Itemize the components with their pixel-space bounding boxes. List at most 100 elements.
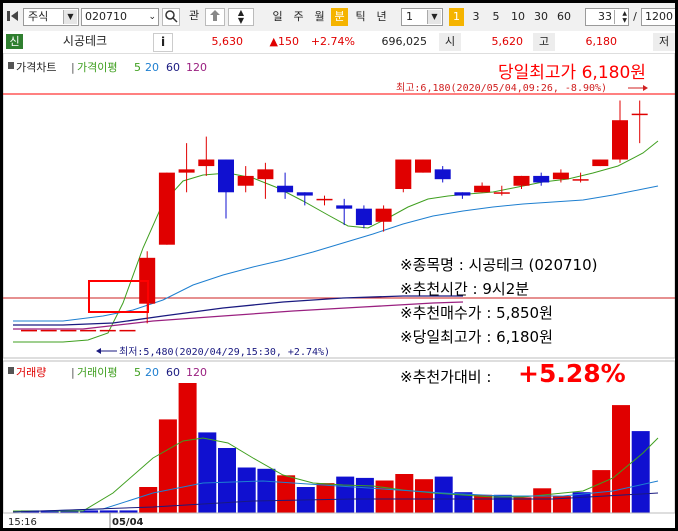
x-axis-date: 05/04	[112, 517, 144, 528]
new-listing-badge: 신	[6, 34, 23, 49]
candle-body	[336, 205, 353, 209]
candle-body	[592, 159, 609, 167]
interval-1-button[interactable]: 1	[449, 8, 464, 26]
chart-area: 가격차트 | 가격이평 5 20 60 120 당일최고가 6,180원 최고:…	[3, 53, 675, 528]
related-button[interactable]: 관	[184, 8, 204, 26]
candle-body	[178, 169, 195, 173]
day-high-title: 당일최고가 6,180원	[498, 63, 646, 83]
info-recommend-time: ※추천시간 : 9시2분	[400, 280, 529, 298]
info-stock-name: ※종목명 : 시공테크 (020710)	[400, 256, 598, 274]
candle-body	[198, 159, 215, 167]
interval-5-button[interactable]: 5	[489, 8, 503, 26]
volume-bar	[395, 474, 414, 513]
volume-bar	[316, 483, 335, 513]
volume-bar	[415, 479, 433, 513]
period-tick-button[interactable]: 틱	[352, 8, 369, 26]
period-month-button[interactable]: 월	[311, 8, 328, 26]
volume-ma120-label: 120	[186, 366, 207, 379]
candle-body	[375, 208, 392, 222]
candle-body	[552, 172, 569, 180]
count-stepper[interactable]: 33 ▲ ▼	[585, 8, 629, 26]
candle-body	[80, 329, 97, 332]
volume-bar	[493, 494, 512, 513]
candle-body	[277, 185, 294, 193]
info-recommend-price: ※추천매수가 : 5,850원	[400, 304, 553, 322]
interval-value: 1	[406, 10, 413, 23]
volume-title: 거래량	[16, 366, 46, 379]
candle-body	[395, 159, 412, 190]
volume-bar	[533, 488, 552, 513]
candle-body	[296, 192, 313, 196]
candle-body	[316, 198, 333, 201]
candle-body	[612, 120, 628, 160]
period-minute-button[interactable]: 분	[331, 8, 348, 26]
volume-bar	[375, 480, 394, 513]
price-ma5-label: 5	[134, 61, 141, 74]
info-button[interactable]: i	[153, 33, 173, 52]
info-day-high: ※당일최고가 : 6,180원	[400, 328, 553, 346]
candle-body	[158, 172, 175, 245]
price-ma60-label: 60	[166, 61, 180, 74]
stepper-arrows-icon[interactable]: ▲ ▼	[228, 8, 254, 26]
candle-body	[513, 175, 530, 186]
candle-body	[355, 208, 372, 226]
interval-3-button[interactable]: 3	[469, 8, 483, 26]
count-value: 33	[598, 10, 612, 23]
candle-body	[21, 329, 37, 332]
price-ma20-label: 20	[145, 61, 159, 74]
volume-bar	[198, 432, 217, 513]
legend-separator: |	[71, 61, 75, 74]
interval-select[interactable]: 1 ▼	[401, 8, 443, 26]
price-chart-title: 가격차트	[16, 61, 56, 74]
volume-bar	[336, 476, 355, 513]
period-year-button[interactable]: 년	[373, 8, 390, 26]
price-legend: 가격차트 | 가격이평 5 20 60 120	[8, 61, 207, 74]
volume-bar	[178, 383, 197, 513]
volume-bar	[474, 494, 493, 513]
candle-body	[415, 159, 431, 173]
volume-bar	[139, 487, 158, 513]
dropdown-chevron-icon[interactable]: ▼	[427, 10, 441, 24]
cart-icon[interactable]	[205, 8, 225, 26]
chart-toggle-icon[interactable]	[6, 8, 20, 26]
high-price-marker: 최고:6,180(2020/05/04,09:26, -8.90%)	[396, 82, 607, 94]
candle-body	[454, 192, 471, 196]
candle-body	[434, 169, 451, 180]
volume-bar	[237, 467, 256, 513]
candle-body	[572, 179, 589, 181]
candle-body	[474, 185, 491, 193]
legend-marker-icon	[8, 367, 14, 374]
volume-bar	[277, 475, 296, 513]
low-price-marker: 최저:5,480(2020/04/29,15:30, +2.74%)	[119, 346, 330, 358]
volume-bar	[434, 476, 453, 513]
total-count-input[interactable]: 1200	[641, 8, 675, 26]
price-ma-title: 가격이평	[77, 61, 117, 74]
chart-window: 주식 ▼ 020710 ⌄ 관 ▲ ▼ 일 주 월 분 틱 년 1 ▼ 1 3 5…	[3, 3, 675, 528]
candle-body	[119, 329, 136, 332]
info-ratio-value: +5.28%	[518, 359, 626, 388]
legend-marker-icon	[8, 62, 14, 69]
interval-30-button[interactable]: 30	[532, 8, 550, 26]
stepper-arrows-icon[interactable]: ▲ ▼	[614, 10, 627, 24]
count-separator: /	[633, 10, 637, 23]
toolbar: 주식 ▼ 020710 ⌄ 관 ▲ ▼ 일 주 월 분 틱 년 1 ▼ 1 3 5…	[3, 3, 675, 32]
info-ratio-label: ※추천가대비 :	[400, 368, 491, 386]
search-icon[interactable]	[162, 8, 180, 26]
dropdown-chevron-icon[interactable]: ▼	[63, 10, 77, 24]
candle-body	[631, 113, 648, 116]
period-week-button[interactable]: 주	[290, 8, 307, 26]
period-day-button[interactable]: 일	[269, 8, 286, 26]
market-select[interactable]: 주식 ▼	[23, 8, 79, 26]
interval-10-button[interactable]: 10	[509, 8, 527, 26]
current-price: 5,630	[211, 35, 244, 48]
candle-body	[533, 175, 550, 183]
high-label: 고	[533, 33, 555, 51]
open-label: 시	[439, 33, 461, 51]
candle-body	[493, 192, 510, 194]
volume-bar	[572, 492, 591, 513]
candle-body	[218, 159, 234, 193]
dropdown-chevron-icon[interactable]: ⌄	[148, 9, 156, 25]
stock-code-input[interactable]: 020710 ⌄	[81, 8, 159, 26]
interval-60-button[interactable]: 60	[555, 8, 573, 26]
volume-ma-title: 거래이평	[77, 366, 117, 379]
